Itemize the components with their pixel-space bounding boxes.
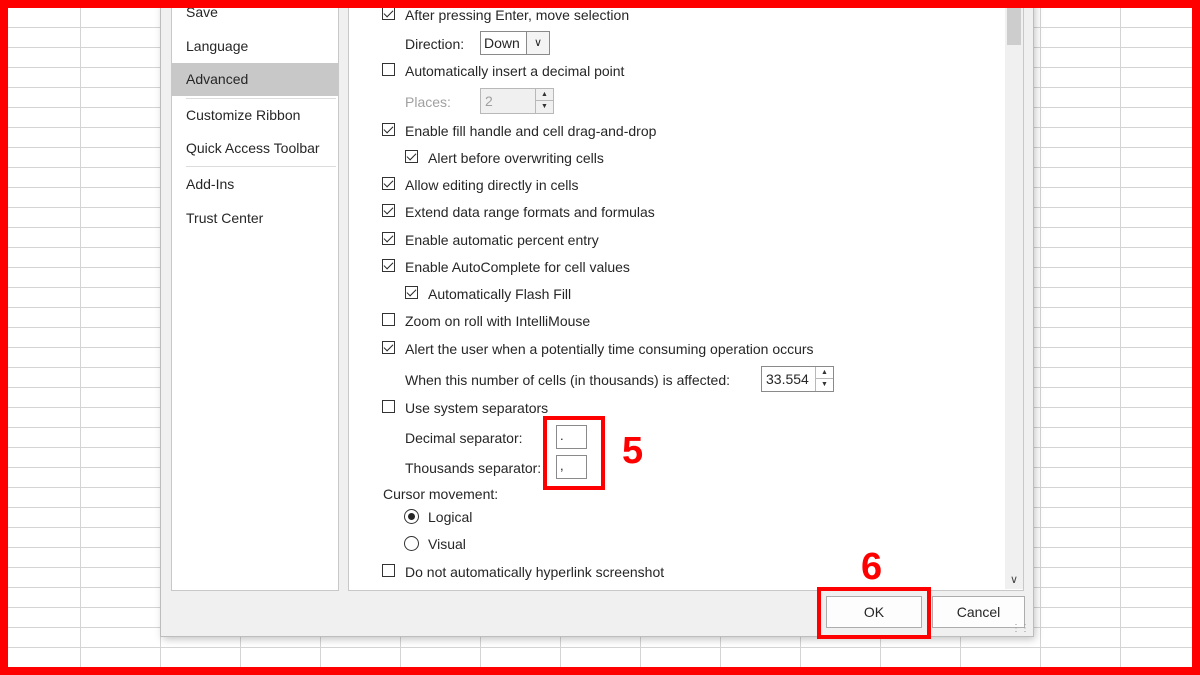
spin-up-icon: ▲ — [536, 89, 553, 101]
nav-item-language[interactable]: Language — [172, 30, 338, 62]
nav-item-add-ins[interactable]: Add-Ins — [172, 168, 338, 200]
move-selection-label: After pressing Enter, move selection — [405, 7, 630, 23]
direction-select[interactable]: Down ∨ — [480, 31, 550, 55]
logical-label: Logical — [428, 509, 473, 525]
options-nav: Save Language Advanced Customize Ribbon … — [171, 0, 339, 591]
cells-affected-label: When this number of cells (in thousands)… — [405, 372, 731, 388]
move-selection-checkbox[interactable] — [382, 7, 395, 20]
fill-handle-label: Enable fill handle and cell drag-and-dro… — [405, 123, 657, 139]
decimal-separator-input[interactable]: . — [556, 425, 587, 449]
spin-down-icon[interactable]: ▼ — [816, 379, 833, 391]
autocomplete-checkbox[interactable] — [382, 259, 395, 272]
autocomplete-label: Enable AutoComplete for cell values — [405, 259, 630, 275]
system-separators-label: Use system separators — [405, 400, 549, 416]
nav-item-advanced[interactable]: Advanced — [172, 63, 338, 96]
logical-radio[interactable] — [404, 509, 419, 524]
zoom-roll-label: Zoom on roll with IntelliMouse — [405, 313, 591, 329]
places-label: Places: — [405, 94, 451, 110]
direction-label: Direction: — [405, 36, 465, 52]
resize-grip-icon[interactable]: ⋮⋮ — [1011, 623, 1030, 634]
nav-divider — [186, 166, 336, 167]
vertical-scrollbar[interactable]: ∨ — [1005, 0, 1023, 589]
ok-button[interactable]: OK — [826, 596, 922, 628]
scrollbar-thumb[interactable] — [1007, 8, 1021, 45]
percent-entry-label: Enable automatic percent entry — [405, 232, 599, 248]
nav-item-trust-center[interactable]: Trust Center — [172, 202, 338, 234]
nav-item-customize-ribbon[interactable]: Customize Ribbon — [172, 99, 338, 131]
edit-in-cells-label: Allow editing directly in cells — [405, 177, 579, 193]
step-5-label: 5 — [622, 430, 644, 472]
spin-down-icon: ▼ — [541, 103, 548, 110]
chevron-down-icon[interactable]: ∨ — [526, 32, 549, 54]
chevron-down-icon[interactable]: ∨ — [1005, 571, 1023, 589]
fill-handle-checkbox[interactable] — [382, 123, 395, 136]
cells-affected-value: 33.554 — [766, 371, 809, 387]
spin-up-icon[interactable]: ▲ — [816, 367, 833, 379]
decimal-point-checkbox[interactable] — [382, 63, 395, 76]
visual-label: Visual — [428, 536, 466, 552]
flash-fill-label: Automatically Flash Fill — [428, 286, 572, 302]
alert-overwrite-checkbox[interactable] — [405, 150, 418, 163]
excel-options-dialog: Save Language Advanced Customize Ribbon … — [161, 0, 1033, 636]
nav-item-save[interactable]: Save — [172, 0, 338, 28]
alert-time-checkbox[interactable] — [382, 341, 395, 354]
advanced-options-panel: After pressing Enter, move selection Dir… — [348, 0, 1024, 591]
nav-item-quick-access-toolbar[interactable]: Quick Access Toolbar — [172, 132, 338, 164]
places-stepper: 2 ▲ ▼ — [480, 88, 554, 114]
decimal-point-label: Automatically insert a decimal point — [405, 63, 625, 79]
alert-overwrite-label: Alert before overwriting cells — [428, 150, 604, 166]
thousands-separator-label: Thousands separator: — [405, 460, 542, 476]
decimal-separator-label: Decimal separator: — [405, 430, 523, 446]
direction-value: Down — [484, 35, 520, 51]
step-6-label: 6 — [861, 546, 883, 588]
cursor-movement-label: Cursor movement: — [383, 486, 499, 502]
edit-in-cells-checkbox[interactable] — [382, 177, 395, 190]
no-hyperlink-checkbox[interactable] — [382, 564, 395, 577]
thousands-separator-input[interactable]: , — [556, 455, 587, 479]
alert-time-label: Alert the user when a potentially time c… — [405, 341, 814, 357]
extend-formats-label: Extend data range formats and formulas — [405, 204, 655, 220]
no-hyperlink-label: Do not automatically hyperlink screensho… — [405, 564, 665, 580]
cells-affected-stepper[interactable]: 33.554 ▲ ▼ — [761, 366, 834, 392]
system-separators-checkbox[interactable] — [382, 400, 395, 413]
zoom-roll-checkbox[interactable] — [382, 313, 395, 326]
places-value: 2 — [485, 93, 493, 109]
percent-entry-checkbox[interactable] — [382, 232, 395, 245]
flash-fill-checkbox[interactable] — [405, 286, 418, 299]
visual-radio[interactable] — [404, 536, 419, 551]
extend-formats-checkbox[interactable] — [382, 204, 395, 217]
